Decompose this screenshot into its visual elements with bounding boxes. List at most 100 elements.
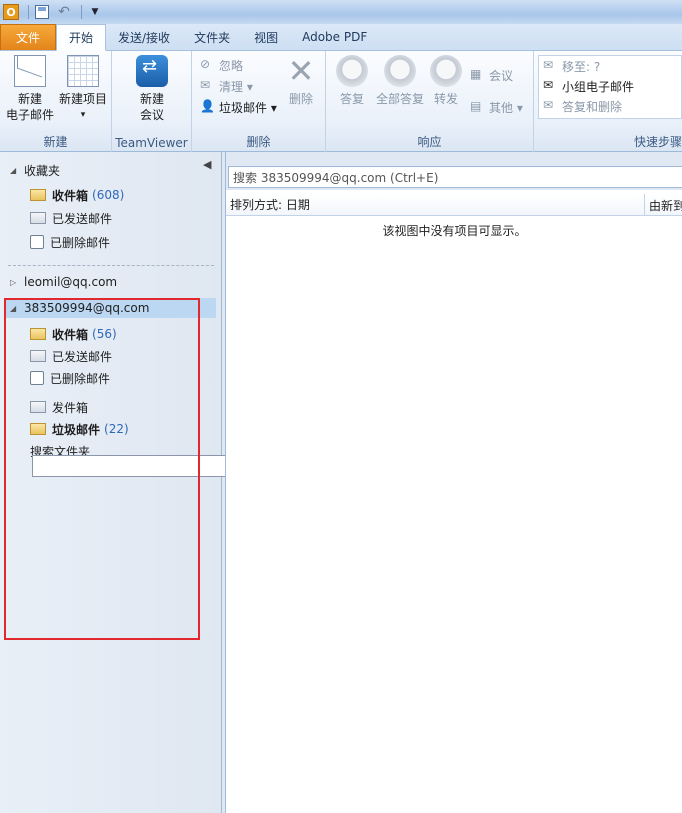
clean-up-icon: ✉: [200, 78, 211, 92]
expand-triangle-icon: ◢: [10, 166, 17, 175]
new-group: 新建 电子邮件 新建项目 ▾ 新建: [0, 51, 112, 152]
collapse-pane-icon[interactable]: ◀: [203, 158, 211, 171]
meeting-reply-button[interactable]: ▦ 会议: [470, 65, 513, 85]
sent-folder-icon: [30, 212, 46, 224]
new-meeting-button[interactable]: 新建 会议: [128, 55, 176, 123]
acct-sent[interactable]: 已发送邮件: [30, 346, 112, 366]
tab-send-receive[interactable]: 发送/接收: [106, 24, 182, 50]
reply-all-label: 全部答复: [375, 92, 424, 106]
new-items-label: 新建项目: [58, 92, 107, 106]
fav-inbox[interactable]: 收件箱 (608): [30, 185, 124, 205]
delete-label: 删除: [288, 92, 313, 106]
acct-inbox-count: (56): [92, 327, 117, 341]
sort-by-button[interactable]: 排列方式: 日期: [226, 196, 310, 213]
meeting-icon: ▦: [470, 67, 482, 81]
reply-all-button[interactable]: 全部答复: [372, 55, 428, 107]
delete-icon: ✕: [287, 52, 315, 90]
new-email-button[interactable]: 新建 电子邮件: [4, 55, 56, 123]
account-383509994-label: 383509994@qq.com: [24, 301, 150, 315]
reply-button[interactable]: 答复: [336, 55, 368, 107]
ignore-label: 忽略: [219, 58, 244, 73]
forward-button[interactable]: 转发: [430, 55, 462, 107]
acct-outbox-label: 发件箱: [52, 400, 89, 415]
account-leomil-label: leomil@qq.com: [24, 275, 118, 289]
fav-sent-label: 已发送邮件: [52, 211, 113, 226]
fav-sent[interactable]: 已发送邮件: [30, 208, 112, 228]
more-label: 其他 ▾: [489, 100, 523, 115]
trash-folder-icon: [30, 235, 44, 249]
junk-icon: 👤: [200, 99, 215, 113]
new-items-icon: [67, 55, 99, 87]
sent-folder-icon: [30, 350, 46, 362]
delete-button[interactable]: ✕ 删除: [284, 55, 318, 107]
collapsed-triangle-icon: ▷: [10, 277, 17, 287]
acct-junk-label: 垃圾邮件: [52, 422, 101, 437]
junk-label: 垃圾邮件 ▾: [219, 100, 277, 115]
delete-group-label: 删除: [246, 135, 271, 149]
navigation-pane: ◀ ◢ 收藏夹 收件箱 (608) 已发送邮件 已删除邮件 ▷ leomil@q…: [0, 152, 487, 813]
acct-deleted[interactable]: 已删除邮件: [30, 368, 110, 388]
forward-icon: [430, 55, 462, 87]
undo-icon[interactable]: ↶: [55, 3, 73, 21]
acct-search-folders[interactable]: 搜索文件夹: [30, 441, 487, 477]
sort-order-button[interactable]: 由新到旧: [644, 194, 682, 216]
clean-up-button[interactable]: ✉ 清理 ▾: [200, 76, 253, 96]
tab-file[interactable]: 文件: [0, 24, 56, 50]
reply-icon: [336, 55, 368, 87]
acct-junk-count: (22): [104, 422, 129, 436]
account-383509994[interactable]: ◢ 383509994@qq.com: [10, 301, 149, 315]
acct-outbox[interactable]: 发件箱: [30, 397, 88, 417]
respond-group-label: 响应: [417, 135, 442, 149]
ignore-button[interactable]: ⊘ 忽略: [200, 55, 243, 75]
move-to-label: 移至: ?: [562, 59, 601, 74]
acct-deleted-label: 已删除邮件: [50, 371, 111, 386]
acct-inbox-label: 收件箱: [52, 327, 89, 342]
fav-deleted[interactable]: 已删除邮件: [30, 232, 110, 252]
reply-all-icon: [384, 55, 416, 87]
tab-adobe-pdf[interactable]: Adobe PDF: [290, 24, 379, 50]
tab-folder[interactable]: 文件夹: [182, 24, 242, 50]
save-icon[interactable]: [33, 3, 51, 21]
new-items-button[interactable]: 新建项目 ▾: [56, 55, 110, 123]
new-email-label-1: 新建: [17, 92, 42, 106]
new-email-icon: [14, 55, 46, 87]
acct-sent-label: 已发送邮件: [52, 349, 113, 364]
new-group-label: 新建: [43, 135, 68, 149]
teamviewer-group-label: TeamViewer: [115, 136, 188, 150]
sort-bar: 排列方式: 日期 由新到旧: [226, 194, 682, 216]
ignore-icon: ⊘: [200, 57, 211, 71]
search-input[interactable]: 搜索 383509994@qq.com (Ctrl+E): [228, 166, 682, 188]
move-to-icon: ✉: [543, 58, 554, 72]
pane-divider: [8, 265, 214, 266]
tab-home[interactable]: 开始: [56, 24, 107, 51]
account-leomil[interactable]: ▷ leomil@qq.com: [10, 275, 117, 289]
ribbon-tabs: 文件 开始 发送/接收 文件夹 视图 Adobe PDF: [0, 24, 682, 51]
quick-access-toolbar: O ↶ ▼: [0, 0, 682, 24]
fav-inbox-label: 收件箱: [52, 188, 89, 203]
outlook-app-icon[interactable]: O: [2, 3, 20, 21]
outbox-folder-icon: [30, 401, 46, 413]
respond-group: 答复 全部答复 转发 ▦ 会议 ▤ 其他 ▾ 响应: [326, 51, 534, 152]
quick-step-team-email[interactable]: ✉ 小组电子邮件: [539, 76, 681, 96]
tab-view[interactable]: 视图: [242, 24, 290, 50]
forward-label: 转发: [433, 92, 458, 106]
empty-view-message: 该视图中没有项目可显示。: [382, 224, 527, 238]
team-email-label: 小组电子邮件: [562, 79, 635, 94]
clean-up-label: 清理 ▾: [219, 79, 253, 94]
teamviewer-group: 新建 会议 TeamViewer: [112, 51, 192, 152]
ribbon: 新建 电子邮件 新建项目 ▾ 新建 新建 会议 TeamViewer ⊘ 忽略 …: [0, 51, 682, 152]
quick-steps-group-label: 快速步骤: [633, 135, 682, 149]
favorites-label: 收藏夹: [24, 164, 61, 178]
acct-inbox[interactable]: 收件箱 (56): [30, 324, 117, 344]
acct-junk[interactable]: 垃圾邮件 (22): [30, 419, 129, 439]
quick-step-reply-delete[interactable]: ✉ 答复和删除: [539, 96, 681, 116]
customize-dropdown-icon[interactable]: ▼: [86, 3, 104, 21]
quick-step-move-to[interactable]: ✉ 移至: ?: [539, 56, 681, 76]
favorites-header[interactable]: ◢ 收藏夹: [10, 162, 60, 179]
message-list-pane: 搜索 383509994@qq.com (Ctrl+E) 排列方式: 日期 由新…: [225, 152, 682, 813]
app-icon-letter: O: [3, 4, 19, 20]
reply-label: 答复: [339, 92, 364, 106]
junk-button[interactable]: 👤 垃圾邮件 ▾: [200, 97, 277, 117]
more-respond-button[interactable]: ▤ 其他 ▾: [470, 97, 523, 117]
junk-folder-icon: [30, 423, 46, 435]
